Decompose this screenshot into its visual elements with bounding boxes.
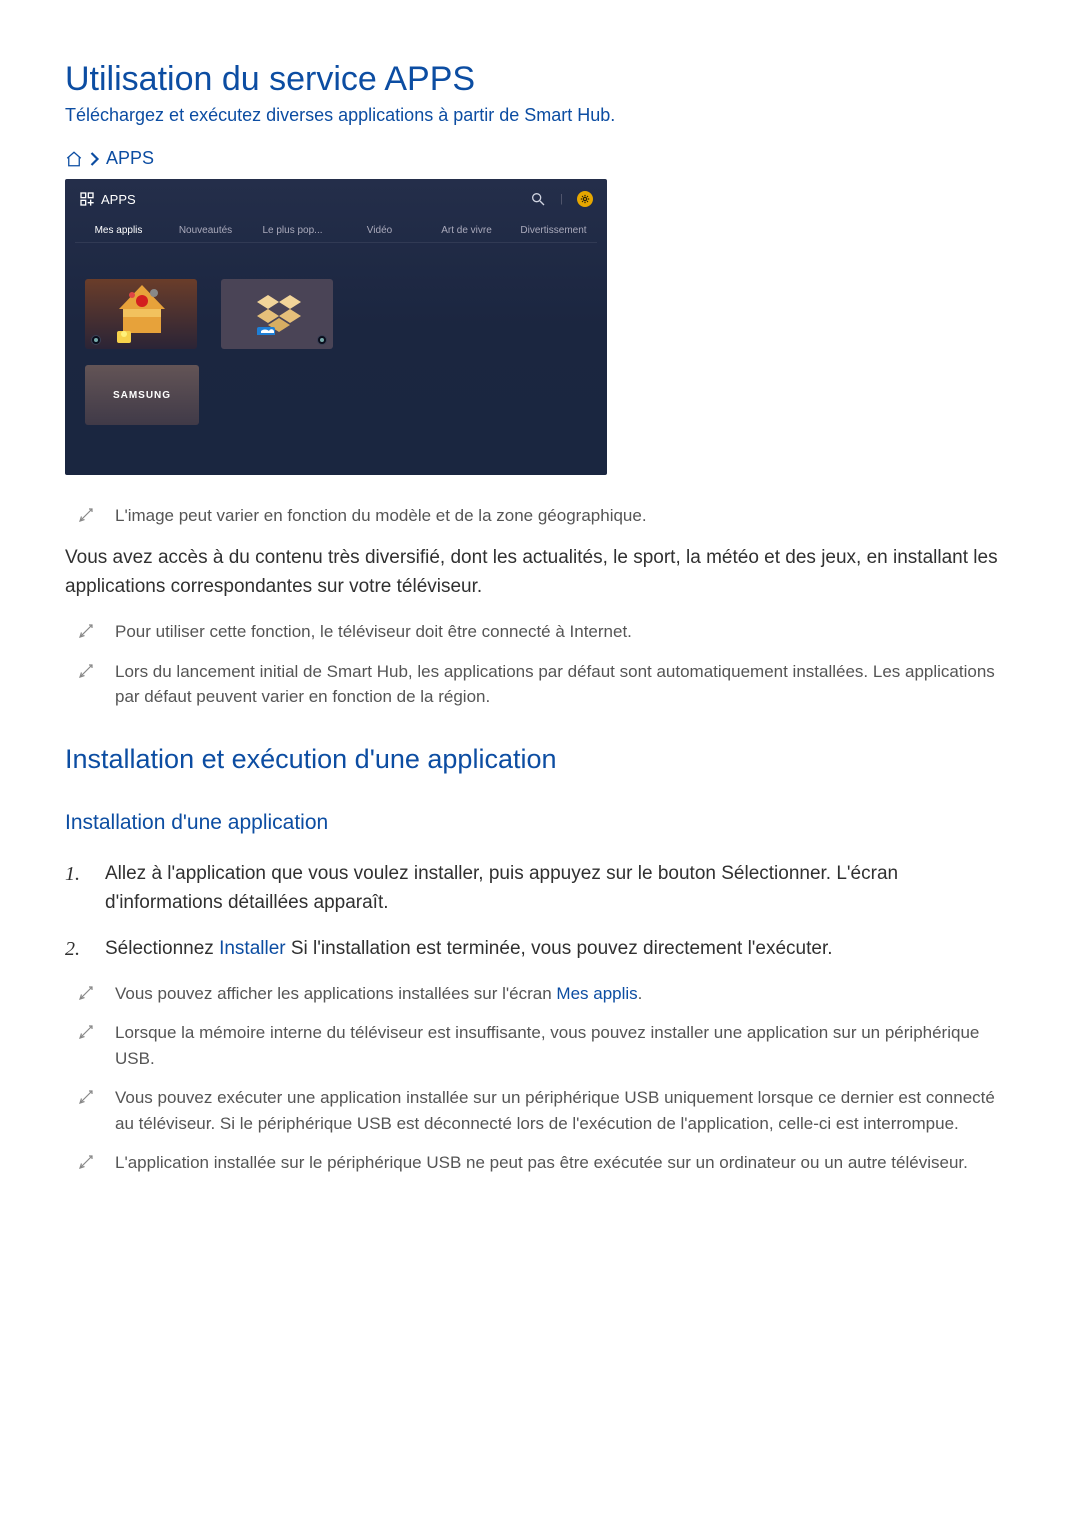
note-item: L'application installée sur le périphéri… — [77, 1150, 1015, 1176]
tab-le-plus-pop[interactable]: Le plus pop... — [249, 219, 336, 242]
note-icon — [77, 1088, 95, 1106]
installer-link: Installer — [219, 938, 286, 959]
note-item: Pour utiliser cette fonction, le télévis… — [77, 619, 1015, 645]
note-item: Lorsque la mémoire interne du téléviseur… — [77, 1020, 1015, 1071]
app-tile[interactable] — [221, 279, 333, 349]
note-icon — [77, 1153, 95, 1171]
search-icon[interactable] — [530, 191, 546, 207]
tab-art-de-vivre[interactable]: Art de vivre — [423, 219, 510, 242]
note-item: Vous pouvez exécuter une application ins… — [77, 1085, 1015, 1136]
section-heading: Installation et exécution d'une applicat… — [65, 744, 1015, 775]
apps-tabs: Mes applis Nouveautés Le plus pop... Vid… — [75, 219, 597, 243]
note-item: Vous pouvez afficher les applications in… — [77, 981, 1015, 1007]
apps-icon — [79, 191, 95, 207]
list-item: 1. Allez à l'application que vous voulez… — [65, 859, 1015, 918]
breadcrumb-apps: APPS — [106, 148, 154, 169]
tab-video[interactable]: Vidéo — [336, 219, 423, 242]
step-number: 2. — [65, 934, 87, 965]
tab-divertissement[interactable]: Divertissement — [510, 219, 597, 242]
note-item: L'image peut varier en fonction du modèl… — [77, 503, 1015, 529]
note-icon — [77, 1023, 95, 1041]
home-icon — [65, 150, 83, 168]
note-icon — [77, 984, 95, 1002]
app-tile[interactable] — [85, 279, 197, 349]
body-paragraph: Vous avez accès à du contenu très divers… — [65, 543, 1015, 602]
note-icon — [77, 506, 95, 524]
steps-list: 1. Allez à l'application que vous voulez… — [65, 859, 1015, 965]
page-subtitle: Téléchargez et exécutez diverses applica… — [65, 105, 1015, 126]
note-item: Lors du lancement initial de Smart Hub, … — [77, 659, 1015, 710]
note-icon — [77, 622, 95, 640]
apps-panel-title: APPS — [101, 192, 136, 207]
subsection-heading: Installation d'une application — [65, 811, 1015, 835]
mes-applis-link: Mes applis — [556, 984, 637, 1003]
breadcrumb: APPS — [65, 148, 1015, 169]
page-title: Utilisation du service APPS — [65, 60, 1015, 99]
dropbox-icon — [257, 295, 301, 335]
step-number: 1. — [65, 859, 87, 918]
settings-icon[interactable] — [577, 191, 593, 207]
apps-panel-screenshot: APPS | Mes applis Nouveautés Le plus pop… — [65, 179, 607, 475]
list-item: 2. Sélectionnez Installer Si l'installat… — [65, 934, 1015, 965]
samsung-tile[interactable]: SAMSUNG — [85, 365, 199, 425]
gift-icon — [115, 285, 169, 343]
note-icon — [77, 662, 95, 680]
tab-nouveautes[interactable]: Nouveautés — [162, 219, 249, 242]
tab-mes-applis[interactable]: Mes applis — [75, 219, 162, 242]
chevron-right-icon — [89, 152, 100, 166]
